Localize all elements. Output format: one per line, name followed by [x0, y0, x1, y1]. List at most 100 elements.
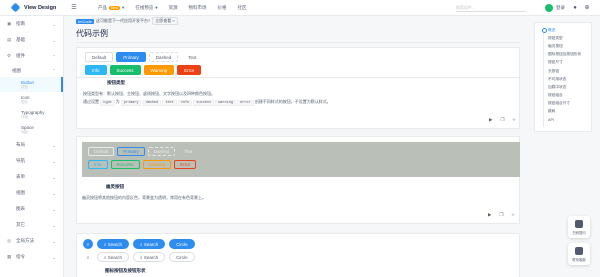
nav-item-pricing[interactable]: 价格	[218, 5, 227, 11]
demo-description: 按钮类型有：默认按钮、主按钮、虚线按钮、文字按钮以及四种颜色按钮。	[83, 91, 215, 96]
copy-icon[interactable]: ❐	[499, 212, 503, 218]
sidebar-group-basic[interactable]: ▤ 基础 ⌄	[0, 32, 63, 48]
anchor-link[interactable]: 加载中状态	[535, 83, 591, 91]
search-circle-button[interactable]: ⌕	[83, 239, 93, 249]
sidebar-group-other[interactable]: 其它 ⌄	[0, 217, 63, 233]
anchor-link[interactable]: 幽灵按钮	[535, 42, 591, 50]
top-header: View Design ☰ 产品 New ▾ 在线预览 ▾ 资源 物料市场 价格…	[0, 0, 600, 16]
search-round-button[interactable]: ⌕ Search	[133, 239, 166, 249]
code-snippet: warning	[215, 100, 236, 106]
nav-item-resources[interactable]: 资源	[169, 5, 178, 11]
search-round-button[interactable]: ⌕ Search	[133, 252, 166, 262]
sidebar-group-directives[interactable]: ▦ 指令 ⌄	[0, 249, 63, 265]
code-icon[interactable]: ‹›	[513, 117, 516, 123]
warning-button[interactable]: Warning	[143, 65, 175, 75]
sidebar-group-navigation[interactable]: 导航 ⌄	[0, 153, 63, 169]
anchor-link[interactable]: API	[535, 116, 591, 124]
search-icon: ⌕	[86, 255, 90, 260]
text-button[interactable]: Text	[181, 52, 204, 62]
sidebar-group-label: 组件	[16, 53, 25, 58]
nav-item-preview[interactable]: 在线预览 ▾	[135, 5, 157, 11]
sidebar-item-space[interactable]: Space 间距	[0, 122, 63, 137]
demo-section-title: 按钮类型	[107, 80, 125, 85]
avatar[interactable]	[545, 4, 553, 12]
logo-text: View Design	[24, 4, 57, 11]
ghost-demo-background: Default Primary Dashed Text Info Success…	[82, 142, 520, 177]
ghost-warning-button[interactable]: Warning	[142, 160, 172, 169]
sidebar-group-layout[interactable]: 布局 ⌄	[0, 137, 63, 153]
success-button[interactable]: Success	[109, 65, 141, 75]
anchor-link[interactable]: 按钮类型	[535, 34, 591, 42]
page-title: 代码示例	[76, 29, 108, 38]
support-icon	[575, 246, 583, 255]
code-snippet: text	[162, 100, 177, 106]
sidebar-group-guide[interactable]: ▣ 指南 ⌄	[0, 16, 63, 32]
info-button[interactable]: Info	[85, 65, 107, 75]
sidebar-group-label: 表单	[16, 174, 25, 179]
anchor-link[interactable]: 按钮尺寸	[535, 59, 591, 67]
anchor-link[interactable]: 按钮组合	[535, 92, 591, 100]
button-label: Search	[143, 255, 159, 260]
sidebar-subgroup-view[interactable]: 视图 ⌃	[0, 67, 63, 74]
search-round-button[interactable]: ⌕ Search	[97, 252, 130, 262]
default-button[interactable]: Default	[85, 52, 114, 62]
button-label: Search	[143, 242, 159, 247]
code-icon[interactable]: ‹›	[512, 212, 515, 218]
run-icon[interactable]: ▶	[489, 117, 492, 123]
announcement-button[interactable]: 立即查看 >	[152, 17, 178, 25]
error-button[interactable]: Error	[177, 65, 202, 75]
anchor-link[interactable]: 不可用状态	[535, 75, 591, 83]
anchor-link[interactable]: 概述	[535, 26, 591, 34]
sidebar-group-view[interactable]: 视图 ⌄	[0, 185, 63, 201]
sidebar-item-button[interactable]: Button 按钮	[0, 77, 63, 92]
search-round-button[interactable]: ⌕ Search	[97, 239, 130, 249]
button-label: Search	[107, 255, 123, 260]
search-input[interactable]: 搜索组件...	[456, 4, 526, 12]
menu-icon[interactable]: ☰	[64, 4, 84, 11]
ghost-error-button[interactable]: Error	[174, 160, 197, 169]
nav-item-market[interactable]: 物料市场	[189, 5, 207, 11]
nav-item-community[interactable]: 社区	[238, 5, 247, 11]
announcement-tag: ImCode	[76, 18, 95, 24]
demo-description: 幽灵按钮将其他按钮的内容反色，背景变为透明，常用在有色背景上。	[82, 195, 206, 200]
widget-label: 联系客服	[572, 257, 586, 262]
contact-support-widget[interactable]: 联系客服	[568, 243, 590, 265]
search-icon-button[interactable]: ⌕	[83, 252, 93, 262]
button-row: Info Success Warning Error	[88, 160, 197, 169]
logo[interactable]: View Design	[0, 2, 64, 13]
run-icon[interactable]: ▶	[488, 212, 491, 218]
copy-icon[interactable]: ❐	[500, 117, 504, 123]
sidebar-group-charts[interactable]: 图表 ⌄	[0, 201, 63, 217]
ghost-default-button[interactable]: Default	[88, 147, 115, 156]
scan-qr-widget[interactable]: 扫码提问	[568, 216, 590, 238]
sidebar-group-form[interactable]: 表单 ⌄	[0, 169, 63, 185]
anchor-link[interactable]: 图标按钮及按钮形状	[535, 51, 591, 59]
sidebar-item-typography[interactable]: Typography 排版	[0, 107, 63, 122]
sidebar-group-global-methods[interactable]: ◎ 全局方法 ⌄	[0, 233, 63, 249]
ghost-primary-button[interactable]: Primary	[117, 147, 145, 156]
ghost-dashed-button[interactable]: Dashed	[147, 147, 176, 156]
new-badge: New	[109, 5, 121, 10]
ghost-info-button[interactable]: Info	[88, 160, 108, 169]
chevron-down-icon: ⌄	[52, 158, 56, 164]
demo-divider	[77, 77, 521, 78]
sidebar-group-label: 布局	[16, 142, 25, 147]
ghost-text-button[interactable]: Text	[178, 147, 198, 156]
circle-button[interactable]: Circle	[169, 252, 195, 262]
anchor-link[interactable]: 长按钮	[535, 67, 591, 75]
anchor-link[interactable]: 跳转	[535, 108, 591, 116]
ghost-success-button[interactable]: Success	[110, 160, 140, 169]
dashed-button[interactable]: Dashed	[148, 52, 179, 62]
language-icon[interactable]: ⊕	[583, 4, 591, 12]
primary-button[interactable]: Primary	[116, 52, 146, 62]
nav-item-product[interactable]: 产品 New ▾	[98, 5, 124, 11]
sidebar-group-components[interactable]: ⚙ 组件 ⌃	[0, 48, 63, 64]
announcement-text: 这可能是下一代应用开发平台?	[96, 18, 151, 23]
login-link[interactable]: 登录	[556, 5, 565, 11]
sidebar-group-label: 全局方法	[16, 238, 34, 243]
title-divider	[76, 42, 520, 43]
anchor-link[interactable]: 按钮组合尺寸	[535, 100, 591, 108]
github-icon[interactable]: ●	[571, 4, 579, 12]
sidebar-item-icon[interactable]: Icon 图标	[0, 92, 63, 107]
circle-button[interactable]: Circle	[169, 239, 195, 249]
